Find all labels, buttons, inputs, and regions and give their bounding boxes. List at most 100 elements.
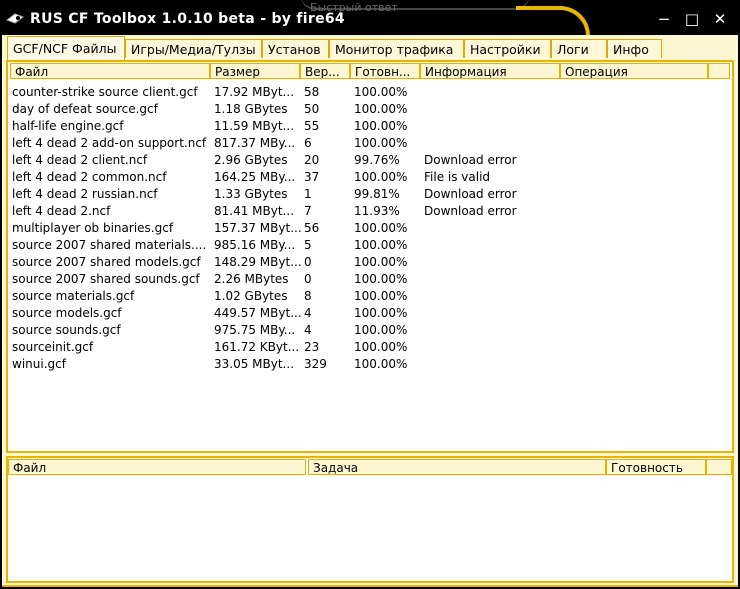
cell-version: 6 <box>304 136 312 150</box>
table-row[interactable]: source sounds.gcf 975.75 MBy... 4 100.00% <box>8 322 732 339</box>
cell-info: File is valid <box>424 170 491 184</box>
cell-file: counter-strike source client.gcf <box>12 85 198 99</box>
column-header-operation[interactable]: Операция <box>560 63 708 79</box>
cell-ready: 100.00% <box>354 170 408 184</box>
cell-ready: 100.00% <box>354 323 408 337</box>
cell-size: 33.05 MByt... <box>214 357 295 371</box>
table-row[interactable]: day of defeat source.gcf 1.18 GBytes 50 100… <box>8 101 732 118</box>
cell-info <box>424 101 562 118</box>
cell-size: 164.25 MBy... <box>214 170 296 184</box>
cell-file: left 4 dead 2 add-on support.ncf <box>12 136 207 150</box>
cell-operation <box>564 186 710 203</box>
cell-version: 329 <box>304 357 327 371</box>
cell-operation <box>564 305 710 322</box>
tab-logs[interactable]: Логи <box>551 39 607 58</box>
cell-file: day of defeat source.gcf <box>12 102 158 116</box>
cell-file: source 2007 shared sounds.gcf <box>12 272 200 286</box>
tab-gcf-ncf-files[interactable]: GCF/NCF Файлы <box>7 36 125 60</box>
table-row[interactable]: left 4 dead 2 add-on support.ncf 817.37 M… <box>8 135 732 152</box>
window-title: RUS CF Toolbox 1.0.10 beta - by fire64 <box>30 11 345 27</box>
cell-size: 81.41 MByt... <box>214 204 295 218</box>
cell-size: 2.96 GBytes <box>214 153 288 167</box>
table-row[interactable]: source models.gcf 449.57 MByt... 4 100.00% <box>8 305 732 322</box>
cell-info <box>424 84 562 101</box>
cell-file: source materials.gcf <box>12 289 135 303</box>
table-row[interactable]: left 4 dead 2 common.ncf 164.25 MBy... 37 1… <box>8 169 732 186</box>
cell-info: Download error <box>424 187 517 201</box>
table-row[interactable]: source materials.gcf 1.02 GBytes 8 100.00% <box>8 288 732 305</box>
table-row[interactable]: multiplayer ob binaries.gcf 157.37 MByt..… <box>8 220 732 237</box>
cell-operation <box>564 101 710 118</box>
cell-ready: 100.00% <box>354 306 408 320</box>
tasks-table[interactable]: Файл Задача Готовность <box>6 456 734 583</box>
main-window: GCF/NCF Файлы Игры/Медиа/Тулзы Установ М… <box>2 35 738 587</box>
cell-size: 148.29 MByt... <box>214 255 302 269</box>
tab-settings[interactable]: Настройки <box>464 39 551 58</box>
cell-file: sourceinit.gcf <box>12 340 94 354</box>
table-row[interactable]: source 2007 shared materials.... 985.16 M… <box>8 237 732 254</box>
column-header-version[interactable]: Вер... <box>300 63 350 79</box>
cell-info <box>424 254 562 271</box>
files-table[interactable]: Файл Размер Вер... Готовн... Информация … <box>6 60 734 453</box>
cell-version: 7 <box>304 204 312 218</box>
tab-games-media-tools[interactable]: Игры/Медиа/Тулзы <box>125 39 262 58</box>
cell-file: source models.gcf <box>12 306 122 320</box>
title-bar[interactable]: Быстрый ответ RUS CF Toolbox 1.0.10 beta… <box>0 0 740 35</box>
cell-size: 1.33 GBytes <box>214 187 288 201</box>
column-header-task-file[interactable]: Файл <box>8 459 306 475</box>
cell-version: 50 <box>304 102 320 116</box>
cell-ready: 100.00% <box>354 340 408 354</box>
cell-file: source 2007 shared materials.... <box>12 238 207 252</box>
cell-file: multiplayer ob binaries.gcf <box>12 221 174 235</box>
cell-ready: 100.00% <box>354 238 408 252</box>
cell-ready: 99.81% <box>354 187 400 201</box>
cell-operation <box>564 118 710 135</box>
maximize-button[interactable]: □ <box>682 10 702 28</box>
tab-bar: GCF/NCF Файлы Игры/Медиа/Тулзы Установ М… <box>2 35 738 60</box>
tab-info[interactable]: Инфо <box>607 39 662 58</box>
cell-size: 11.59 MByt... <box>214 119 295 133</box>
cell-version: 20 <box>304 153 320 167</box>
table-row[interactable]: left 4 dead 2 russian.ncf 1.33 GBytes 1 99.… <box>8 186 732 203</box>
cell-info <box>424 305 562 322</box>
cell-version: 0 <box>304 272 312 286</box>
cell-file: left 4 dead 2 common.ncf <box>12 170 167 184</box>
cell-size: 1.02 GBytes <box>214 289 288 303</box>
cell-size: 975.75 MBy... <box>214 323 296 337</box>
table-row[interactable]: left 4 dead 2.ncf 81.41 MByt... 7 11.93% Dow… <box>8 203 732 220</box>
table-row[interactable]: winui.gcf 33.05 MByt... 329 100.00% <box>8 356 732 373</box>
cell-version: 8 <box>304 289 312 303</box>
table-row[interactable]: source 2007 shared models.gcf 148.29 MByt… <box>8 254 732 271</box>
cell-size: 1.18 GBytes <box>214 102 288 116</box>
cell-size: 157.37 MByt... <box>214 221 302 235</box>
cell-info <box>424 237 562 254</box>
cell-size: 17.92 MByt... <box>214 85 295 99</box>
close-button[interactable]: ✕ <box>710 10 730 28</box>
cell-operation <box>564 237 710 254</box>
cell-operation <box>564 203 710 220</box>
cell-operation <box>564 339 710 356</box>
table-row[interactable]: half-life engine.gcf 11.59 MByt... 55 100.0… <box>8 118 732 135</box>
bottom-border <box>2 585 738 587</box>
tab-traffic-monitor[interactable]: Монитор трафика <box>329 39 464 58</box>
column-header-task[interactable]: Задача <box>308 459 606 475</box>
column-header-file[interactable]: Файл <box>10 63 210 79</box>
table-row[interactable]: counter-strike source client.gcf 17.92 MB… <box>8 84 732 101</box>
cell-ready: 100.00% <box>354 255 408 269</box>
table-row[interactable]: source 2007 shared sounds.gcf 2.26 MBytes… <box>8 271 732 288</box>
cell-info <box>424 322 562 339</box>
column-header-ready[interactable]: Готовн... <box>350 63 420 79</box>
column-header-info[interactable]: Информация <box>420 63 560 79</box>
table-row[interactable]: left 4 dead 2 client.ncf 2.96 GBytes 20 99.… <box>8 152 732 169</box>
column-header-task-ready[interactable]: Готовность <box>606 459 706 475</box>
minimize-button[interactable]: − <box>654 10 674 28</box>
cell-size: 161.72 KByt... <box>214 340 300 354</box>
column-header-size[interactable]: Размер <box>210 63 300 79</box>
table-row[interactable]: sourceinit.gcf 161.72 KByt... 23 100.00% <box>8 339 732 356</box>
cell-file: left 4 dead 2 client.ncf <box>12 153 148 167</box>
title-swoosh-decoration <box>516 6 590 35</box>
cell-file: source sounds.gcf <box>12 323 121 337</box>
tab-install[interactable]: Установ <box>262 39 329 58</box>
cell-version: 58 <box>304 85 320 99</box>
files-table-body: counter-strike source client.gcf 17.92 MB… <box>8 84 732 373</box>
